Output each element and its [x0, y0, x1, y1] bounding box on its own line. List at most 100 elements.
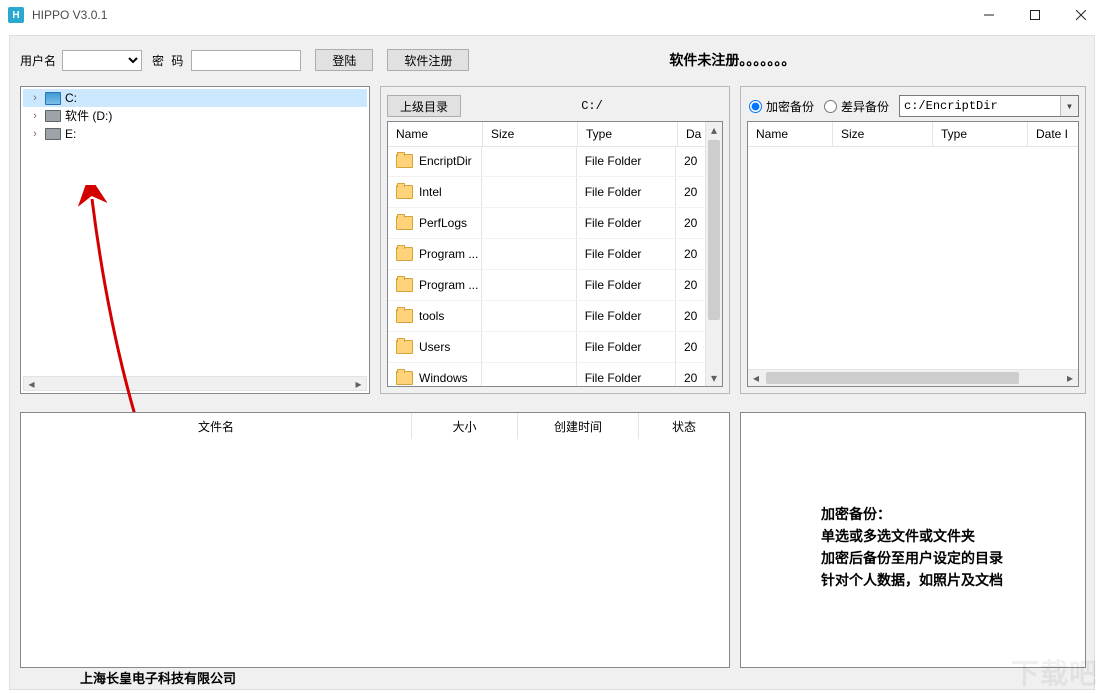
- info-line2: 单选或多选文件或文件夹: [821, 525, 1075, 547]
- col-type[interactable]: Type: [578, 122, 678, 146]
- file-row[interactable]: PerfLogsFile Folder20: [388, 208, 706, 239]
- minimize-button[interactable]: [966, 0, 1012, 30]
- destination-combobox[interactable]: c:/EncriptDir ▾: [899, 95, 1079, 117]
- file-listview[interactable]: Name Size Type Da EncriptDirFile Folder2…: [387, 121, 723, 387]
- window-title: HIPPO V3.0.1: [32, 8, 107, 22]
- folder-icon: [396, 340, 413, 354]
- hard-drive-icon: [45, 109, 61, 123]
- info-line4: 针对个人数据，如照片及文档: [821, 569, 1075, 591]
- folder-icon: [396, 371, 413, 385]
- diff-backup-label: 差异备份: [841, 98, 889, 115]
- file-name: tools: [419, 309, 444, 323]
- scroll-down-icon[interactable]: ▾: [706, 370, 722, 386]
- file-date: 20: [676, 270, 706, 300]
- os-drive-icon: [45, 91, 61, 105]
- file-name: EncriptDir: [419, 154, 472, 168]
- file-type: File Folder: [577, 146, 676, 176]
- backup-listview[interactable]: Name Size Type Date I ◂ ▸: [747, 121, 1079, 387]
- file-date: 20: [676, 239, 706, 269]
- file-row[interactable]: WindowsFile Folder20: [388, 363, 706, 386]
- qcol-size[interactable]: 大小: [412, 413, 518, 439]
- main-area: 用户名 密 码 登陆 软件注册 软件未注册。。。。。。。 ›C:›软件 (D:)…: [9, 35, 1095, 690]
- col2-size[interactable]: Size: [833, 122, 933, 146]
- file-row[interactable]: toolsFile Folder20: [388, 301, 706, 332]
- file-size: [482, 332, 576, 362]
- qcol-file[interactable]: 文件名: [21, 413, 412, 439]
- folder-icon: [396, 185, 413, 199]
- info-line3: 加密后备份至用户设定的目录: [821, 547, 1075, 569]
- diff-backup-radio[interactable]: 差异备份: [824, 98, 889, 115]
- scroll-thumb[interactable]: [708, 140, 720, 320]
- expand-toggle-icon[interactable]: ›: [29, 107, 41, 125]
- up-directory-button[interactable]: 上级目录: [387, 95, 461, 117]
- file-row[interactable]: UsersFile Folder20: [388, 332, 706, 363]
- file-type: File Folder: [577, 208, 676, 238]
- username-select[interactable]: [62, 50, 142, 71]
- scroll-thumb[interactable]: [766, 372, 1019, 384]
- scroll-right-icon[interactable]: ▸: [1062, 370, 1078, 386]
- folder-icon: [396, 309, 413, 323]
- file-type: File Folder: [577, 177, 676, 207]
- scroll-left-icon[interactable]: ◂: [748, 370, 764, 386]
- col-name[interactable]: Name: [388, 122, 483, 146]
- tree-item[interactable]: ›C:: [23, 89, 367, 107]
- folder-icon: [396, 247, 413, 261]
- file-type: File Folder: [577, 301, 676, 331]
- close-button[interactable]: [1058, 0, 1104, 30]
- expand-toggle-icon[interactable]: ›: [29, 125, 41, 143]
- qcol-status[interactable]: 状态: [639, 413, 729, 439]
- file-name: Program ...: [419, 247, 478, 261]
- file-size: [482, 363, 576, 386]
- file-type: File Folder: [577, 270, 676, 300]
- file-size: [482, 208, 576, 238]
- file-row[interactable]: EncriptDirFile Folder20: [388, 146, 706, 177]
- tree-item[interactable]: ›软件 (D:): [23, 107, 367, 125]
- file-size: [482, 146, 576, 176]
- queue-header[interactable]: 文件名 大小 创建时间 状态: [21, 413, 729, 439]
- col-size[interactable]: Size: [483, 122, 578, 146]
- chevron-down-icon[interactable]: ▾: [1060, 96, 1078, 116]
- folder-icon: [396, 216, 413, 230]
- file-row[interactable]: Program ...File Folder20: [388, 239, 706, 270]
- encrypt-backup-radio-input[interactable]: [749, 100, 762, 113]
- file-date: 20: [676, 332, 706, 362]
- qcol-ctime[interactable]: 创建时间: [518, 413, 639, 439]
- drive-tree[interactable]: ›C:›软件 (D:)›E:: [23, 89, 367, 375]
- expand-toggle-icon[interactable]: ›: [29, 89, 41, 107]
- file-date: 20: [676, 363, 706, 386]
- tree-item[interactable]: ›E:: [23, 125, 367, 143]
- queue-panel: 文件名 大小 创建时间 状态: [20, 412, 730, 668]
- maximize-button[interactable]: [1012, 0, 1058, 30]
- scroll-right-icon[interactable]: ▸: [351, 377, 366, 390]
- password-input[interactable]: [191, 50, 301, 71]
- file-row[interactable]: Program ... File Folder20: [388, 270, 706, 301]
- diff-backup-radio-input[interactable]: [824, 100, 837, 113]
- tree-hscrollbar[interactable]: ◂ ▸: [23, 376, 367, 391]
- app-icon: H: [8, 7, 24, 23]
- titlebar: H HIPPO V3.0.1: [0, 0, 1104, 30]
- scroll-left-icon[interactable]: ◂: [24, 377, 39, 390]
- info-panel: 加密备份： 单选或多选文件或文件夹 加密后备份至用户设定的目录 针对个人数据，如…: [740, 412, 1086, 668]
- encrypt-backup-label: 加密备份: [766, 98, 814, 115]
- backup-list-header[interactable]: Name Size Type Date I: [748, 122, 1078, 147]
- scroll-up-icon[interactable]: ▴: [706, 122, 722, 138]
- login-button[interactable]: 登陆: [315, 49, 373, 71]
- drive-tree-panel: ›C:›软件 (D:)›E: ◂ ▸: [20, 86, 370, 394]
- file-list-header[interactable]: Name Size Type Da: [388, 122, 722, 147]
- file-size: [482, 177, 576, 207]
- file-size: [482, 301, 576, 331]
- col2-type[interactable]: Type: [933, 122, 1028, 146]
- backup-hscrollbar[interactable]: ◂ ▸: [748, 369, 1078, 386]
- file-name: Program ...: [419, 278, 478, 292]
- backup-panel: 加密备份 差异备份 c:/EncriptDir ▾ Name Size Type…: [740, 86, 1086, 394]
- file-row[interactable]: IntelFile Folder20: [388, 177, 706, 208]
- info-text: 加密备份： 单选或多选文件或文件夹 加密后备份至用户设定的目录 针对个人数据，如…: [821, 503, 1075, 591]
- register-button[interactable]: 软件注册: [387, 49, 469, 71]
- file-list-vscrollbar[interactable]: ▴ ▾: [705, 122, 722, 386]
- encrypt-backup-radio[interactable]: 加密备份: [749, 98, 814, 115]
- col2-date[interactable]: Date I: [1028, 122, 1078, 146]
- login-bar: 用户名 密 码 登陆 软件注册 软件未注册。。。。。。。: [20, 48, 1084, 72]
- destination-value: c:/EncriptDir: [904, 99, 998, 113]
- col2-name[interactable]: Name: [748, 122, 833, 146]
- folder-icon: [396, 278, 413, 292]
